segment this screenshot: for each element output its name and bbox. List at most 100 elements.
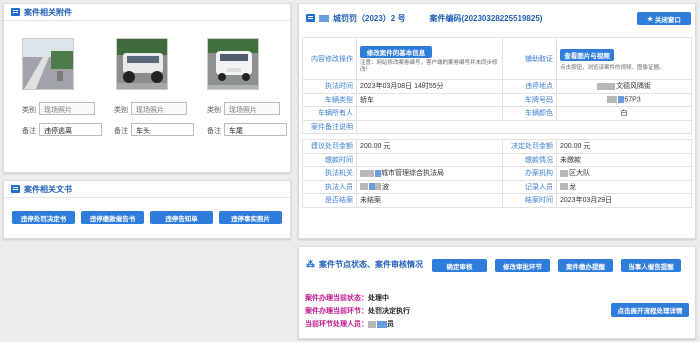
document-icon xyxy=(11,185,20,193)
notice-button[interactable]: 违停告知单 xyxy=(150,211,213,224)
location-label: 违停地点 xyxy=(502,79,557,94)
photo-3[interactable] xyxy=(207,38,259,90)
photo-1[interactable] xyxy=(22,38,74,90)
modify-note: 注意：网站修改案卷编号，客户端的案卷编号并未同步修改！ xyxy=(360,59,498,73)
officer-cell: 波 xyxy=(356,179,503,194)
case-info-header: 城罚罚（2023）2 号 案件编码(20230328225519825) xyxy=(299,4,695,32)
photo-1-image xyxy=(23,39,73,89)
state-line: 案件办理当前状态：处理中 xyxy=(305,293,389,303)
office-label: 办案机构 xyxy=(502,166,557,181)
penalty-label: 建议处罚金额 xyxy=(302,139,357,154)
case-icon xyxy=(306,14,315,22)
attachments-header: 案件相关附件 xyxy=(4,4,290,21)
agency-value: 城市管理综合执法局 xyxy=(381,170,444,178)
case-code: 案件编码(20230328225519825) xyxy=(429,13,543,23)
nodes-icon: ⁂ xyxy=(306,258,315,269)
party-reminder-button[interactable]: 当事人催告提醒 xyxy=(621,259,681,272)
node-line: 案件办理当前环节：处罚决定执行 xyxy=(305,306,410,316)
photo-2[interactable] xyxy=(116,38,168,90)
modify-label: 内容修改操作 xyxy=(302,37,357,80)
recorder-value: 龙 xyxy=(569,183,576,191)
photo-2-image xyxy=(117,39,167,89)
documents-header: 案件相关文书 xyxy=(4,181,290,198)
closed-label: 是否结案 xyxy=(302,193,357,208)
evidence-label: 辅助取证 xyxy=(502,37,557,80)
node-value: 处罚决定执行 xyxy=(368,308,410,315)
close-window-button[interactable]: ★ 关闭窗口 xyxy=(637,12,691,25)
vehicle-type-value: 轿车 xyxy=(356,92,503,107)
case-doc-number: 城罚罚（2023）2 号 xyxy=(333,13,406,23)
documents-panel: 案件相关文书 违停处罚决定书 违停缴款催告书 违停告知单 违停事实照片 xyxy=(3,180,291,239)
photo-2-category-field[interactable]: 现场照片 xyxy=(131,102,187,115)
evidence-cell: 查看图片与视频 点击按钮，浏览该案件的视频、图像证据。 xyxy=(556,37,692,80)
status-panel: ⁂ 案件节点状态、案件审核情况 确定审核 修改审批环节 案件缴办提醒 当事人催告… xyxy=(298,246,696,339)
closetime-value: 2023年03月29日 xyxy=(556,193,692,208)
paytime-label: 缴款时间 xyxy=(302,152,357,167)
plate-label: 车牌号码 xyxy=(502,92,557,107)
photo-3-category-field[interactable]: 现场照片 xyxy=(224,102,280,115)
node-label: 案件办理当前环节： xyxy=(305,308,368,315)
office-value: 区大队 xyxy=(569,170,590,178)
penalty-decision-button[interactable]: 违停处罚决定书 xyxy=(12,211,75,224)
recorder-label: 记录人员 xyxy=(502,179,557,194)
photo-2-note-label: 备注 xyxy=(114,128,128,135)
fact-photos-button[interactable]: 违停事实照片 xyxy=(219,211,282,224)
decision-value: 200.00 元 xyxy=(556,139,692,154)
modify-approval-button[interactable]: 修改审批环节 xyxy=(495,259,550,272)
closetime-label: 结案时间 xyxy=(502,193,557,208)
owner-value xyxy=(356,106,503,121)
redacted-mark xyxy=(319,14,329,22)
agency-cell: 城市管理综合执法局 xyxy=(356,166,503,181)
agency-label: 执法机关 xyxy=(302,166,357,181)
photo-1-note-field[interactable]: 违停逃离 xyxy=(39,123,102,136)
modify-cell: 修改案件的基本信息 注意：网站修改案卷编号，客户端的案卷编号并未同步修改！ xyxy=(356,37,503,80)
office-cell: 区大队 xyxy=(556,166,692,181)
payment-reminder-notify-button[interactable]: 案件缴办提醒 xyxy=(558,259,613,272)
officer-label: 执法人员 xyxy=(302,179,357,194)
photo-3-note-label: 备注 xyxy=(207,128,221,135)
flow-details-button[interactable]: 点击展开流程处理详情 xyxy=(611,303,689,317)
officer-value: 波 xyxy=(382,183,389,191)
photo-1-note-label: 备注 xyxy=(22,128,36,135)
photo-2-category-label: 类别 xyxy=(114,107,128,114)
star-icon: ★ xyxy=(647,15,653,23)
view-media-button[interactable]: 查看图片与视频 xyxy=(560,48,614,61)
plate-cell: 57P3 xyxy=(556,92,692,107)
closed-value: 未结案 xyxy=(356,193,503,208)
paytime-value xyxy=(356,152,503,167)
paystatus-label: 缴款情况 xyxy=(502,152,557,167)
status-title: 案件节点状态、案件审核情况 xyxy=(319,259,423,269)
handler-label: 当前环节处理人员： xyxy=(305,321,368,328)
case-info-panel: 城罚罚（2023）2 号 案件编码(20230328225519825) ★ 关… xyxy=(298,3,696,239)
vehicle-type-label: 车辆类型 xyxy=(302,92,357,107)
evidence-note: 点击按钮，浏览该案件的视频、图像证据。 xyxy=(560,64,665,71)
handler-line: 当前环节处理人员： 员 xyxy=(305,319,394,329)
color-label: 车辆颜色 xyxy=(502,106,557,121)
owner-label: 车辆所有人 xyxy=(302,106,357,121)
plate-value: 57P3 xyxy=(624,96,641,104)
close-window-label: 关闭窗口 xyxy=(654,16,681,24)
folder-icon xyxy=(11,8,20,16)
attachments-panel: 案件相关附件 类别 现场照片 备注 违停逃离 类别 现场照片 备注 车头 类别 … xyxy=(3,3,291,173)
photo-3-note-field[interactable]: 车尾 xyxy=(224,123,287,136)
attachments-title: 案件相关附件 xyxy=(24,7,72,17)
remark-value xyxy=(356,119,692,134)
recorder-cell: 龙 xyxy=(556,179,692,194)
state-label: 案件办理当前状态： xyxy=(305,295,368,302)
modify-basic-info-button[interactable]: 修改案件的基本信息 xyxy=(360,45,432,58)
photo-3-category-label: 类别 xyxy=(207,107,221,114)
location-cell: 文德风隅街 xyxy=(556,79,692,94)
documents-title: 案件相关文书 xyxy=(24,184,72,194)
exec-time-value: 2023年03月08日 14时55分 xyxy=(356,79,503,94)
photo-1-category-field[interactable]: 现场照片 xyxy=(39,102,95,115)
photo-2-note-field[interactable]: 车头 xyxy=(131,123,194,136)
exec-time-label: 执法时间 xyxy=(302,79,357,94)
handler-value: 员 xyxy=(387,321,394,328)
penalty-value: 200.00 元 xyxy=(356,139,503,154)
state-value: 处理中 xyxy=(368,295,389,302)
paystatus-value: 未缴款 xyxy=(556,152,692,167)
confirm-review-button[interactable]: 确定审核 xyxy=(432,259,487,272)
payment-reminder-button[interactable]: 违停缴款催告书 xyxy=(81,211,144,224)
case-info-table: 内容修改操作 修改案件的基本信息 注意：网站修改案卷编号，客户端的案卷编号并未同… xyxy=(302,37,692,208)
location-value: 文德风隅街 xyxy=(616,83,651,91)
